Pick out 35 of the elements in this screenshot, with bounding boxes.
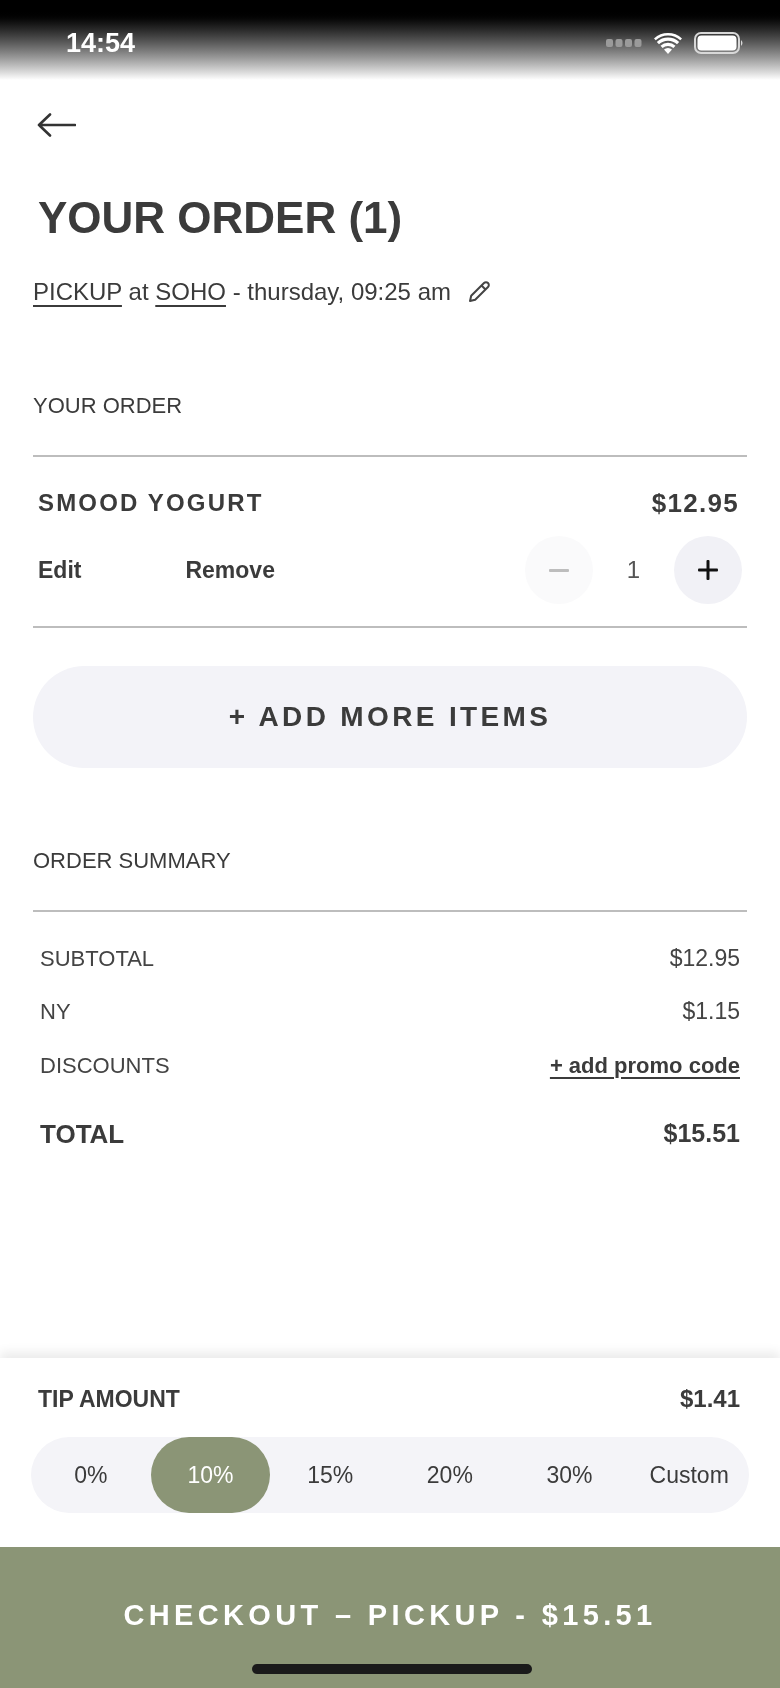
status-time: 14:54 [66,27,136,59]
signal-dots-icon [606,39,642,47]
tip-option[interactable]: 0% [31,1437,151,1513]
item-price: $12.95 [651,486,739,520]
tip-option[interactable]: 30% [509,1437,630,1513]
total-label: TOTAL [40,1117,125,1151]
tip-option[interactable]: 15% [270,1437,390,1513]
pencil-icon[interactable] [467,280,491,304]
section-label: ORDER SUMMARY [33,846,231,875]
summary-value: $12.95 [669,944,740,974]
tip-title: TIP AMOUNT [38,1384,180,1414]
section-label: YOUR ORDER [33,391,183,420]
back-arrow-icon [37,113,76,137]
summary-value: $1.15 [682,997,740,1027]
pickup-details: PICKUP at SOHO - thursday, 09:25 am [33,277,451,307]
battery-icon [694,32,744,54]
tip-amount: $1.41 [679,1384,740,1414]
minus-icon [548,568,569,572]
item-name: SMOOD YOGURT [38,488,264,518]
details-link[interactable]: PICKUP [33,278,122,305]
plus-icon [698,560,718,580]
tip-option[interactable]: Custom [629,1437,750,1513]
item-action-button[interactable]: Remove [185,552,275,588]
add-more-items-button[interactable]: + ADD MORE ITEMS [33,666,747,768]
page-title: YOUR ORDER (1) [38,196,403,240]
promo-code-link[interactable]: + add promo code [549,1048,740,1082]
total-value: $15.51 [663,1118,740,1150]
summary-label: DISCOUNTS [40,1051,170,1080]
tip-option[interactable]: 20% [390,1437,510,1513]
item-action-button[interactable]: Edit [38,552,82,588]
wifi-icon [654,32,682,54]
details-link[interactable]: SOHO [155,278,226,305]
quantity-value: 1 [626,555,640,585]
summary-label: SUBTOTAL [40,945,155,973]
summary-label: NY [40,998,71,1026]
